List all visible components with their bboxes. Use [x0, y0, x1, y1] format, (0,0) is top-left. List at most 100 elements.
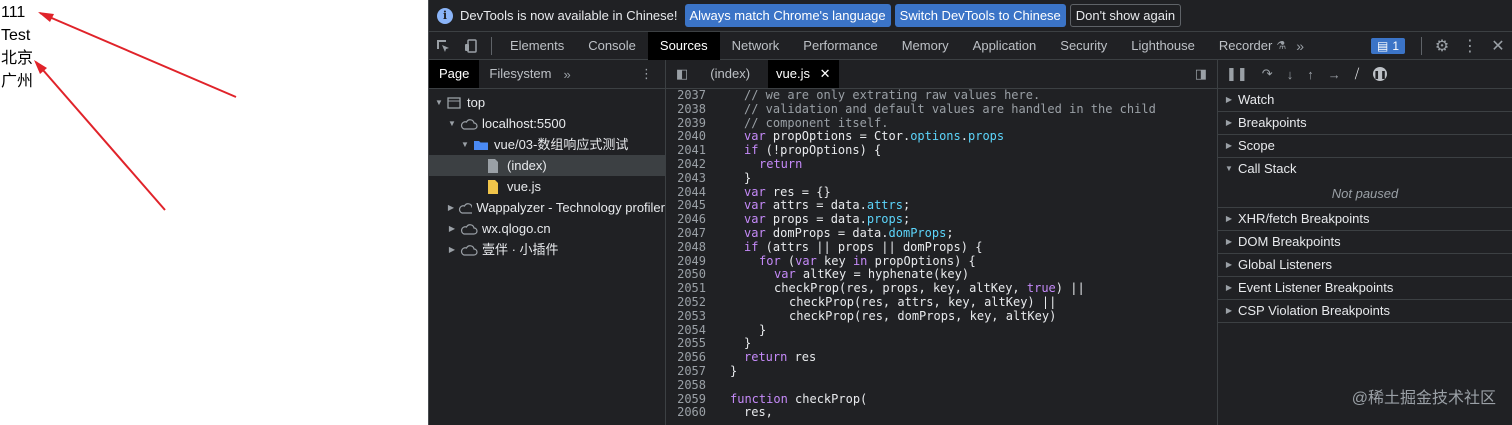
- settings-gear-icon[interactable]: ⚙: [1428, 32, 1456, 60]
- more-tabs-icon[interactable]: »: [564, 67, 571, 82]
- kebab-menu-icon[interactable]: ⋮: [640, 66, 653, 82]
- pause-on-exceptions-icon[interactable]: ❚❚: [1373, 67, 1388, 81]
- kebab-menu-icon[interactable]: ⋮: [1456, 32, 1484, 60]
- line-number[interactable]: 2058: [666, 378, 706, 393]
- code-line: return: [759, 156, 803, 171]
- step-icon[interactable]: →: [1328, 67, 1341, 82]
- tab-page[interactable]: Page: [429, 60, 480, 88]
- line-number[interactable]: 2052: [666, 295, 706, 310]
- tab-performance[interactable]: Performance: [791, 32, 889, 60]
- section-event-listener-breakpoints[interactable]: ▶ Event Listener Breakpoints: [1218, 277, 1512, 300]
- line-number[interactable]: 2055: [666, 337, 706, 351]
- line-number[interactable]: 2056: [666, 350, 706, 365]
- info-icon: i: [437, 7, 453, 24]
- tree-item-label: Wappalyzer - Technology profiler: [476, 200, 665, 215]
- tab-sources[interactable]: Sources: [647, 31, 720, 60]
- tab-security[interactable]: Security: [1048, 32, 1119, 60]
- line-number[interactable]: 2039: [666, 116, 706, 131]
- tab-application[interactable]: Application: [961, 32, 1049, 60]
- section-watch[interactable]: ▶ Watch: [1218, 89, 1512, 112]
- toggle-debugger-icon[interactable]: ◨: [1195, 66, 1207, 82]
- tree-item-label: wx.qlogo.cn: [482, 221, 551, 236]
- line-number[interactable]: 2050: [666, 268, 706, 282]
- line-number[interactable]: 2057: [666, 364, 706, 379]
- line-number[interactable]: 2049: [666, 254, 706, 269]
- line-number[interactable]: 2046: [666, 212, 706, 227]
- section-global-listeners[interactable]: ▶ Global Listeners: [1218, 254, 1512, 277]
- cloud-icon: [460, 118, 478, 130]
- tab-network[interactable]: Network: [720, 32, 792, 60]
- editor-tab-index[interactable]: (index): [702, 60, 758, 88]
- close-icon[interactable]: ✕: [1484, 32, 1512, 60]
- code-line: var propOptions = Ctor.options.props: [744, 129, 1005, 144]
- line-number[interactable]: 2059: [666, 392, 706, 407]
- section-call-stack[interactable]: ▼ Call Stack: [1218, 158, 1512, 180]
- tree-item-label: vue/03-数组响应式测试: [494, 137, 629, 152]
- line-number[interactable]: 2048: [666, 240, 706, 255]
- section-dom-breakpoints[interactable]: ▶ DOM Breakpoints: [1218, 231, 1512, 254]
- language-infobar: i DevTools is now available in Chinese! …: [429, 0, 1512, 32]
- always-match-language-button[interactable]: Always match Chrome's language: [684, 4, 891, 27]
- not-paused-message: Not paused: [1218, 180, 1512, 208]
- inspect-element-icon[interactable]: [429, 32, 457, 60]
- section-breakpoints[interactable]: ▶ Breakpoints: [1218, 112, 1512, 135]
- line-number[interactable]: 2047: [666, 226, 706, 241]
- line-number[interactable]: 2060: [666, 406, 706, 420]
- line-number[interactable]: 2041: [666, 143, 706, 158]
- toggle-navigator-icon[interactable]: ◧: [676, 66, 688, 82]
- tree-item-vuejs-file[interactable]: vue.js: [429, 176, 665, 197]
- tree-item-wappalyzer[interactable]: ▶ Wappalyzer - Technology profiler: [429, 197, 665, 218]
- line-number[interactable]: 2037: [666, 88, 706, 103]
- collapse-triangle-icon: ▶: [1225, 237, 1233, 246]
- tree-item-folder[interactable]: ▼ vue/03-数组响应式测试: [429, 134, 665, 155]
- code-line: }: [730, 363, 738, 378]
- pause-icon[interactable]: ❚❚: [1226, 66, 1248, 82]
- section-label: Event Listener Breakpoints: [1238, 280, 1394, 295]
- section-label: DOM Breakpoints: [1238, 234, 1341, 249]
- tree-item-qlogo[interactable]: ▶ wx.qlogo.cn: [429, 218, 665, 239]
- code-line: checkProp(res, props, key, altKey, true)…: [774, 281, 1085, 296]
- line-number[interactable]: 2045: [666, 199, 706, 213]
- tree-item-top[interactable]: ▼ top: [429, 92, 665, 113]
- devtools-window: i DevTools is now available in Chinese! …: [428, 0, 1512, 425]
- line-number[interactable]: 2040: [666, 130, 706, 144]
- line-number[interactable]: 2038: [666, 102, 706, 117]
- dont-show-again-button[interactable]: Don't show again: [1069, 4, 1182, 27]
- section-xhr-breakpoints[interactable]: ▶ XHR/fetch Breakpoints: [1218, 208, 1512, 231]
- line-number[interactable]: 2044: [666, 185, 706, 200]
- more-tabs-icon[interactable]: »: [1296, 38, 1304, 54]
- source-code[interactable]: // we are only extrating raw values here…: [730, 88, 1217, 425]
- tree-item-localhost[interactable]: ▼ localhost:5500: [429, 113, 665, 134]
- step-into-icon[interactable]: ↓: [1287, 67, 1294, 82]
- code-view[interactable]: 2037 2038 2039 2040 2041 2042 2043 2044 2045 2046…: [666, 88, 1217, 425]
- section-csp-violation-breakpoints[interactable]: ▶ CSP Violation Breakpoints: [1218, 300, 1512, 323]
- issues-badge[interactable]: ▤ 1: [1370, 38, 1405, 54]
- switch-to-chinese-button[interactable]: Switch DevTools to Chinese: [894, 4, 1066, 27]
- tree-item-label: top: [467, 95, 486, 110]
- line-number[interactable]: 2043: [666, 171, 706, 186]
- tree-item-label: localhost:5500: [482, 116, 566, 131]
- line-number[interactable]: 2042: [666, 157, 706, 172]
- close-tab-icon[interactable]: ✕: [820, 66, 831, 81]
- tab-elements[interactable]: Elements: [498, 32, 576, 60]
- tree-item-yiban[interactable]: ▶ 壹伴 · 小插件: [429, 239, 665, 260]
- code-line: }: [759, 322, 767, 337]
- deactivate-breakpoints-icon[interactable]: ⧸: [1355, 66, 1359, 82]
- section-scope[interactable]: ▶ Scope: [1218, 135, 1512, 158]
- tab-memory[interactable]: Memory: [890, 32, 961, 60]
- tree-item-index-file[interactable]: (index): [429, 155, 665, 176]
- tab-console[interactable]: Console: [576, 32, 648, 60]
- step-over-icon[interactable]: ↷: [1262, 66, 1273, 82]
- device-toolbar-icon[interactable]: [457, 32, 485, 60]
- line-number[interactable]: 2054: [666, 323, 706, 338]
- editor-tab-vuejs[interactable]: vue.js ✕: [768, 60, 839, 88]
- line-number[interactable]: 2051: [666, 281, 706, 296]
- tab-filesystem[interactable]: Filesystem: [479, 60, 561, 88]
- tree-item-label: (index): [507, 158, 547, 173]
- step-out-icon[interactable]: ↑: [1307, 67, 1314, 82]
- code-line: function checkProp(: [730, 391, 868, 406]
- sources-panel: Page Filesystem » ⋮ ▼ top ▼ localhost:55…: [429, 60, 1512, 425]
- tab-lighthouse[interactable]: Lighthouse: [1119, 32, 1207, 60]
- line-number[interactable]: 2053: [666, 309, 706, 324]
- tab-recorder[interactable]: Recorder: [1207, 32, 1276, 60]
